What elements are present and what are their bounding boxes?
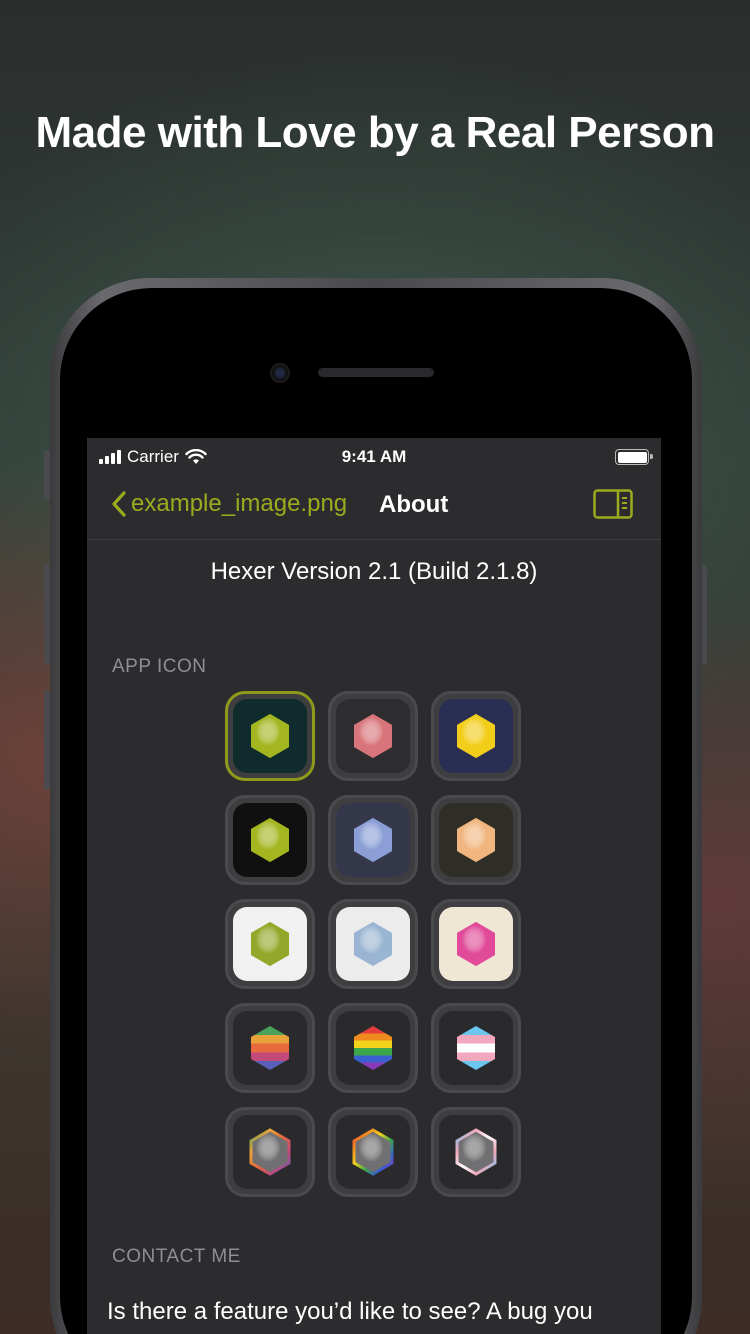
hexagon-icon (251, 714, 289, 758)
version-label: Hexer Version 2.1 (Build 2.1.8) (210, 558, 538, 585)
app-icon-option-green-on-teal[interactable] (225, 691, 315, 781)
navigation-bar: example_image.png About (87, 478, 661, 540)
app-icon-option-green-on-white[interactable] (225, 899, 315, 989)
hexagon-icon (352, 1128, 394, 1176)
hexagon-icon (457, 818, 495, 862)
app-icon-tile-bg (439, 699, 513, 773)
contact-description: Is there a feature you’d like to see? A … (107, 1298, 593, 1325)
app-icon-option-yellow-on-navy[interactable] (431, 691, 521, 781)
app-screen: Carrier 9:41 AM example_image.png About … (87, 438, 661, 1334)
app-icon-option-grey-sunset-outline[interactable] (225, 1107, 315, 1197)
hexagon-icon (457, 1026, 495, 1070)
hexagon-icon (249, 1128, 291, 1176)
status-bar: Carrier 9:41 AM (87, 438, 661, 478)
hexagon-icon (457, 922, 495, 966)
app-icon-option-blue-on-white[interactable] (328, 899, 418, 989)
app-icon-option-red-on-dark[interactable] (328, 691, 418, 781)
back-button[interactable]: example_image.png (111, 490, 347, 518)
hexagon-icon (354, 922, 392, 966)
app-icon-option-blue-on-slate[interactable] (328, 795, 418, 885)
hexagon-icon (354, 1026, 392, 1070)
app-icon-tile-bg (336, 699, 410, 773)
app-icon-option-trans-stripes[interactable] (431, 1003, 521, 1093)
hexagon-icon (354, 714, 392, 758)
app-icon-tile-bg (233, 1011, 307, 1085)
app-icon-tile-bg (233, 803, 307, 877)
page-title: About (379, 491, 449, 518)
earpiece-speaker (318, 368, 434, 377)
status-time: 9:41 AM (341, 447, 407, 466)
hexagon-icon (251, 922, 289, 966)
headline: Made with Love by a Real Person (35, 108, 715, 157)
app-icon-tile-bg (336, 803, 410, 877)
app-icon-option-sunset-stripes[interactable] (225, 1003, 315, 1093)
app-icon-tile-bg (336, 1115, 410, 1189)
app-icon-tile-bg (439, 803, 513, 877)
app-icon-tile-bg (439, 907, 513, 981)
front-camera (270, 363, 290, 383)
app-icon-tile-bg (336, 907, 410, 981)
hexagon-icon (457, 714, 495, 758)
app-icon-tile-bg (233, 907, 307, 981)
app-icon-tile-bg (233, 1115, 307, 1189)
app-icon-option-grey-trans-outline[interactable] (431, 1107, 521, 1197)
back-button-label: example_image.png (131, 490, 348, 517)
battery-icon (615, 449, 653, 465)
hexagon-icon (455, 1128, 497, 1176)
hexagon-icon (251, 818, 289, 862)
app-icon-option-grey-rainbow-outline[interactable] (328, 1107, 418, 1197)
app-icon-tile-bg (233, 699, 307, 773)
contact-section-header: CONTACT ME (112, 1246, 241, 1267)
hexagon-icon (251, 1026, 289, 1070)
phone-frame: Carrier 9:41 AM example_image.png About … (50, 278, 702, 1334)
app-icon-tile-bg (439, 1011, 513, 1085)
app-icon-tile-bg (439, 1115, 513, 1189)
app-icon-tile-bg (336, 1011, 410, 1085)
app-icon-section-header: APP ICON (112, 656, 207, 677)
app-icon-option-rainbow-stripes[interactable] (328, 1003, 418, 1093)
chevron-left-icon (112, 491, 126, 517)
hexagon-icon (354, 818, 392, 862)
app-icon-option-peach-on-olive[interactable] (431, 795, 521, 885)
sidebar-toggle-icon[interactable] (593, 489, 633, 519)
app-icon-option-pink-on-cream[interactable] (431, 899, 521, 989)
app-icon-grid (225, 691, 521, 1197)
app-icon-option-green-on-black[interactable] (225, 795, 315, 885)
